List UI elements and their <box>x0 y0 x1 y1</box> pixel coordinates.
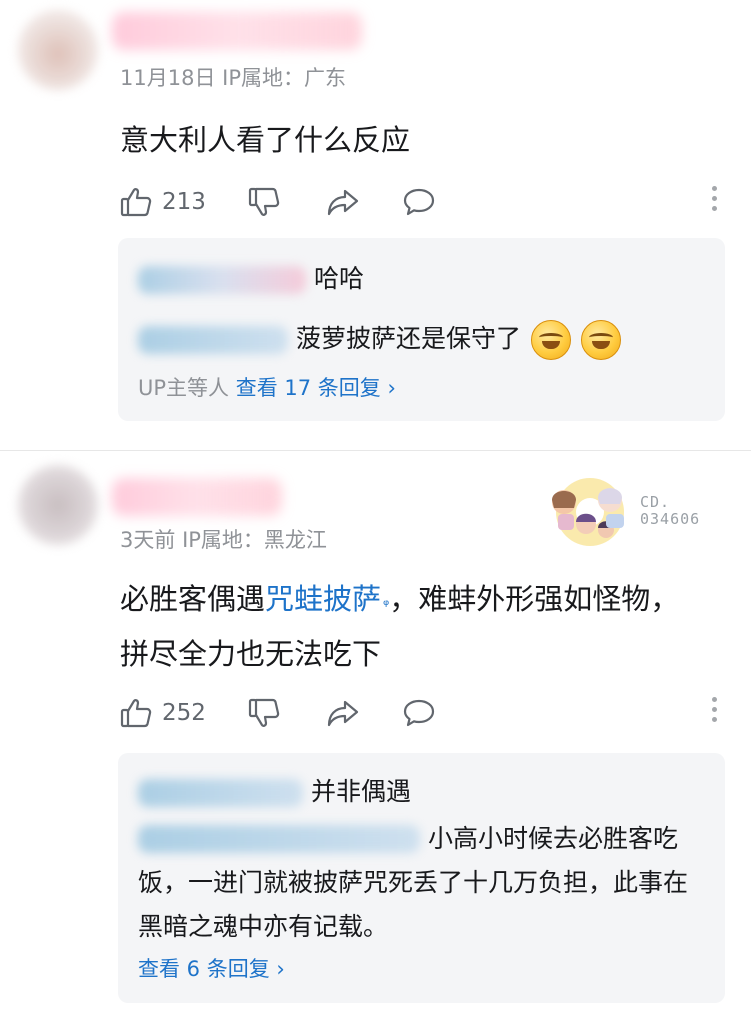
search-icon[interactable]: ᵠ <box>383 596 389 614</box>
fan-badge-number: CD. 034606 <box>640 494 700 528</box>
reply-text: 并非偶遇 <box>310 777 411 806</box>
comment-text-pre: 必胜客偶遇 <box>120 582 266 616</box>
share-icon <box>327 700 359 727</box>
view-replies-link[interactable]: 查看 6 条回复 › <box>138 957 285 981</box>
like-count: 252 <box>162 700 206 726</box>
thumbs-down-icon <box>248 698 280 727</box>
comment-item: CD. 034606 3天前 IP属地：黑龙江 必胜客偶遇咒蛙披萨 ᵠ，难蚌外形强… <box>0 0 751 1024</box>
username-blurred[interactable] <box>112 478 282 516</box>
comment-actions: 252 <box>120 693 720 733</box>
search-keyword-link[interactable]: 咒蛙披萨 <box>265 582 381 616</box>
share-button[interactable] <box>326 693 360 733</box>
comment-bubble-icon <box>403 699 435 727</box>
chevron-right-icon: › <box>276 957 285 981</box>
view-replies-label: 查看 6 条回复 <box>138 957 270 981</box>
ip-label: IP属地： <box>182 528 264 552</box>
view-more-replies[interactable]: 查看 6 条回复 › <box>138 953 285 983</box>
thumbs-up-icon <box>120 699 152 728</box>
reply-preview-box[interactable]: 并非偶遇 小高小时候去必胜客吃饭，一进门就被披萨咒死丢了十几万负担，此事在黑暗之… <box>118 753 725 1003</box>
fan-badge-prefix: CD. <box>640 493 671 511</box>
like-button[interactable]: 252 <box>120 693 206 733</box>
fan-badge-digits: 034606 <box>640 510 701 528</box>
avatar[interactable] <box>18 465 98 545</box>
dislike-button[interactable] <box>248 693 280 733</box>
reply-username-blurred[interactable] <box>138 779 303 807</box>
fan-badge-decoration <box>552 478 624 546</box>
reply-item: 小高小时候去必胜客吃饭，一进门就被披萨咒死丢了十几万负担，此事在黑暗之魂中亦有记… <box>138 817 703 949</box>
comment-text: 必胜客偶遇咒蛙披萨 ᵠ，难蚌外形强如怪物，拼尽全力也无法吃下 <box>120 572 700 682</box>
ip-location: 黑龙江 <box>263 528 327 552</box>
more-vertical-icon[interactable] <box>708 697 720 727</box>
reply-button[interactable] <box>402 693 436 733</box>
comment-meta: 3天前 IP属地：黑龙江 <box>120 524 327 554</box>
reply-item: 并非偶遇 <box>138 771 411 813</box>
reply-username-blurred[interactable] <box>138 825 420 853</box>
comment-date: 3天前 <box>120 528 176 552</box>
